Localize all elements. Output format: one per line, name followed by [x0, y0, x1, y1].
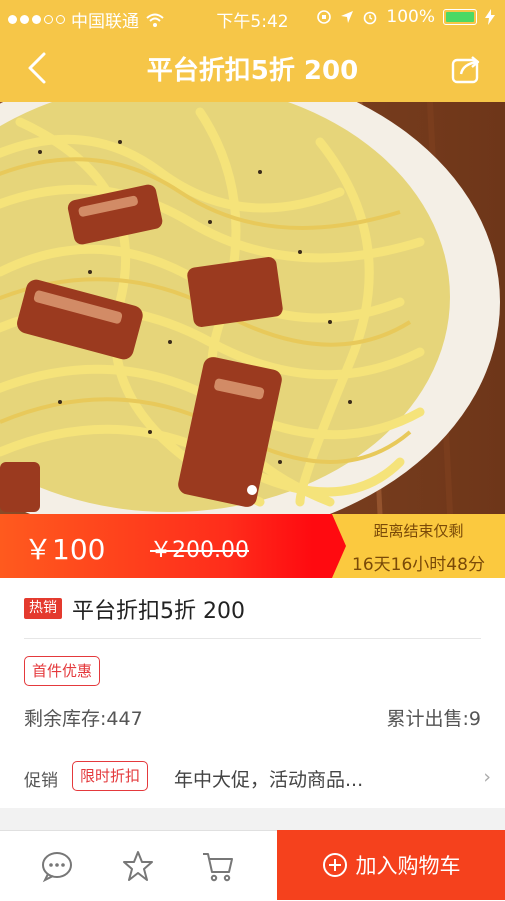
- share-icon[interactable]: [449, 52, 483, 86]
- first-discount-badge: 首件优惠: [24, 656, 101, 686]
- total-sold: 累计出售:9: [386, 708, 482, 730]
- cart-icon[interactable]: [201, 849, 235, 883]
- alarm-icon: [364, 11, 377, 25]
- hot-badge: 热销: [24, 598, 62, 619]
- promo-label: 促销: [24, 771, 58, 791]
- stock-remaining: 剩余库存:447: [24, 708, 143, 730]
- page-title: 平台折扣5折 200: [146, 56, 359, 86]
- location-icon: [341, 11, 354, 23]
- divider: [24, 638, 481, 639]
- status-bar: 中国联通 下午5:42 100%: [0, 0, 505, 34]
- limited-discount-badge: 限时折扣: [72, 761, 149, 791]
- product-title: 平台折扣5折 200: [72, 599, 245, 624]
- product-photo: [0, 102, 505, 514]
- countdown-value: 16天16小时48分: [352, 555, 485, 575]
- rotation-lock-icon: [317, 10, 332, 24]
- battery-icon: [443, 9, 477, 25]
- star-icon[interactable]: [121, 849, 155, 883]
- battery-percent: 100%: [386, 7, 435, 27]
- carousel-indicator: [247, 485, 257, 495]
- promo-description[interactable]: 年中大促，活动商品...: [174, 765, 363, 792]
- add-to-cart-button[interactable]: 加入购物车: [277, 830, 505, 900]
- product-info: 热销 平台折扣5折 200 首件优惠 剩余库存:447 累计出售:9 促销 限时…: [0, 578, 505, 808]
- chevron-right-icon[interactable]: ›: [483, 766, 491, 788]
- status-right: 100%: [316, 7, 495, 27]
- add-to-cart-label: 加入购物车: [355, 854, 461, 878]
- countdown-box: 距离结束仅剩 16天16小时48分: [332, 514, 505, 578]
- nav-bar: 平台折扣5折 200: [0, 34, 505, 102]
- chat-icon[interactable]: [40, 849, 74, 883]
- original-price: ￥200.00: [150, 538, 249, 563]
- countdown-label: 距离结束仅剩: [373, 522, 464, 540]
- charging-icon: [485, 9, 495, 25]
- plus-circle-icon: [322, 853, 347, 877]
- product-image-carousel[interactable]: [0, 102, 505, 514]
- current-price: ￥100: [24, 533, 106, 566]
